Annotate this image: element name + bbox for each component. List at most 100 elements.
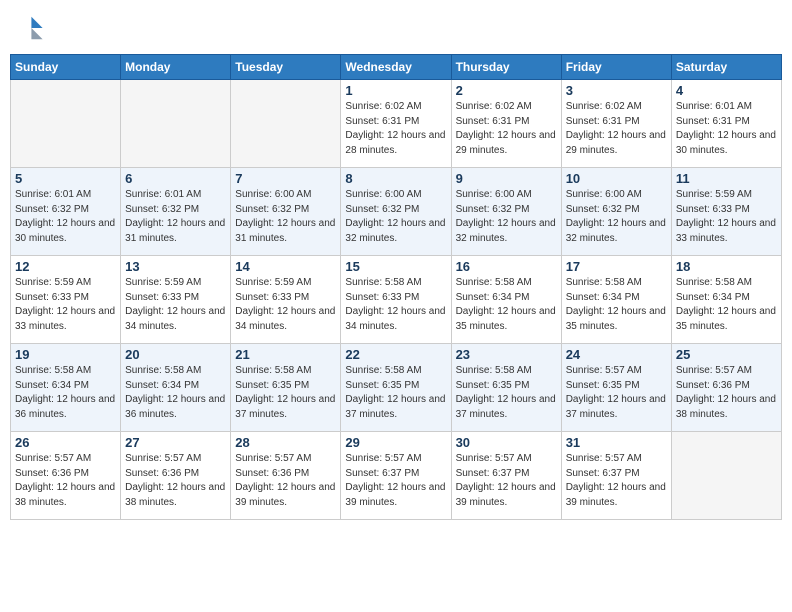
calendar-week-row: 12 Sunrise: 5:59 AM Sunset: 6:33 PM Dayli…	[11, 256, 782, 344]
calendar-cell: 2 Sunrise: 6:02 AM Sunset: 6:31 PM Daylig…	[451, 80, 561, 168]
day-detail: Sunrise: 6:02 AM Sunset: 6:31 PM Dayligh…	[456, 100, 557, 158]
day-number: 18	[676, 259, 777, 274]
calendar-cell: 6 Sunrise: 6:01 AM Sunset: 6:32 PM Daylig…	[121, 168, 231, 256]
calendar-cell: 8 Sunrise: 6:00 AM Sunset: 6:32 PM Daylig…	[341, 168, 451, 256]
calendar-cell: 10Sunrise: 6:00 AM Sunset: 6:32 PM Dayli…	[561, 168, 671, 256]
column-header-monday: Monday	[121, 55, 231, 80]
page-header	[10, 10, 782, 46]
day-number: 20	[125, 347, 226, 362]
day-number: 13	[125, 259, 226, 274]
day-number: 30	[456, 435, 557, 450]
day-number: 22	[345, 347, 446, 362]
day-detail: Sunrise: 6:00 AM Sunset: 6:32 PM Dayligh…	[566, 188, 667, 246]
day-detail: Sunrise: 5:58 AM Sunset: 6:35 PM Dayligh…	[235, 364, 336, 422]
day-detail: Sunrise: 6:02 AM Sunset: 6:31 PM Dayligh…	[345, 100, 446, 158]
calendar-cell: 20 Sunrise: 5:58 AM Sunset: 6:34 PM Dayli…	[121, 344, 231, 432]
day-detail: Sunrise: 5:59 AM Sunset: 6:33 PM Dayligh…	[676, 188, 777, 246]
calendar-cell	[11, 80, 121, 168]
calendar-cell: 14 Sunrise: 5:59 AM Sunset: 6:33 PM Dayli…	[231, 256, 341, 344]
calendar-cell: 24 Sunrise: 5:57 AM Sunset: 6:35 PM Dayli…	[561, 344, 671, 432]
day-detail: Sunrise: 6:00 AM Sunset: 6:32 PM Dayligh…	[235, 188, 336, 246]
day-number: 2	[456, 83, 557, 98]
logo	[16, 14, 46, 42]
column-header-tuesday: Tuesday	[231, 55, 341, 80]
day-number: 8	[345, 171, 446, 186]
calendar-week-row: 1 Sunrise: 6:02 AM Sunset: 6:31 PM Daylig…	[11, 80, 782, 168]
day-detail: Sunrise: 6:00 AM Sunset: 6:32 PM Dayligh…	[345, 188, 446, 246]
calendar-cell: 12 Sunrise: 5:59 AM Sunset: 6:33 PM Dayli…	[11, 256, 121, 344]
calendar-cell: 25 Sunrise: 5:57 AM Sunset: 6:36 PM Dayli…	[671, 344, 781, 432]
calendar-cell: 29 Sunrise: 5:57 AM Sunset: 6:37 PM Dayli…	[341, 432, 451, 520]
day-detail: Sunrise: 5:58 AM Sunset: 6:34 PM Dayligh…	[566, 276, 667, 334]
day-detail: Sunrise: 5:58 AM Sunset: 6:34 PM Dayligh…	[456, 276, 557, 334]
day-number: 5	[15, 171, 116, 186]
calendar-cell: 22 Sunrise: 5:58 AM Sunset: 6:35 PM Dayli…	[341, 344, 451, 432]
day-detail: Sunrise: 6:01 AM Sunset: 6:32 PM Dayligh…	[15, 188, 116, 246]
day-detail: Sunrise: 5:59 AM Sunset: 6:33 PM Dayligh…	[15, 276, 116, 334]
day-detail: Sunrise: 5:57 AM Sunset: 6:37 PM Dayligh…	[345, 452, 446, 510]
column-header-saturday: Saturday	[671, 55, 781, 80]
calendar-cell: 19Sunrise: 5:58 AM Sunset: 6:34 PM Dayli…	[11, 344, 121, 432]
day-number: 15	[345, 259, 446, 274]
day-number: 7	[235, 171, 336, 186]
day-number: 26	[15, 435, 116, 450]
day-number: 6	[125, 171, 226, 186]
day-number: 24	[566, 347, 667, 362]
calendar-cell: 5 Sunrise: 6:01 AM Sunset: 6:32 PM Daylig…	[11, 168, 121, 256]
calendar-week-row: 26 Sunrise: 5:57 AM Sunset: 6:36 PM Dayli…	[11, 432, 782, 520]
day-detail: Sunrise: 5:58 AM Sunset: 6:34 PM Dayligh…	[125, 364, 226, 422]
calendar-cell: 27 Sunrise: 5:57 AM Sunset: 6:36 PM Dayli…	[121, 432, 231, 520]
calendar-cell: 1 Sunrise: 6:02 AM Sunset: 6:31 PM Daylig…	[341, 80, 451, 168]
day-detail: Sunrise: 5:58 AM Sunset: 6:35 PM Dayligh…	[345, 364, 446, 422]
day-number: 1	[345, 83, 446, 98]
calendar-cell	[671, 432, 781, 520]
calendar-cell: 11 Sunrise: 5:59 AM Sunset: 6:33 PM Dayli…	[671, 168, 781, 256]
day-number: 29	[345, 435, 446, 450]
calendar-cell	[231, 80, 341, 168]
day-number: 31	[566, 435, 667, 450]
calendar-week-row: 5 Sunrise: 6:01 AM Sunset: 6:32 PM Daylig…	[11, 168, 782, 256]
column-header-friday: Friday	[561, 55, 671, 80]
day-detail: Sunrise: 5:57 AM Sunset: 6:36 PM Dayligh…	[15, 452, 116, 510]
day-number: 9	[456, 171, 557, 186]
day-detail: Sunrise: 6:01 AM Sunset: 6:32 PM Dayligh…	[125, 188, 226, 246]
day-detail: Sunrise: 5:57 AM Sunset: 6:35 PM Dayligh…	[566, 364, 667, 422]
day-number: 14	[235, 259, 336, 274]
column-header-wednesday: Wednesday	[341, 55, 451, 80]
calendar-table: SundayMondayTuesdayWednesdayThursdayFrid…	[10, 54, 782, 520]
calendar-cell: 21 Sunrise: 5:58 AM Sunset: 6:35 PM Dayli…	[231, 344, 341, 432]
day-detail: Sunrise: 6:02 AM Sunset: 6:31 PM Dayligh…	[566, 100, 667, 158]
day-detail: Sunrise: 6:01 AM Sunset: 6:31 PM Dayligh…	[676, 100, 777, 158]
calendar-header-row: SundayMondayTuesdayWednesdayThursdayFrid…	[11, 55, 782, 80]
calendar-cell: 16 Sunrise: 5:58 AM Sunset: 6:34 PM Dayli…	[451, 256, 561, 344]
day-detail: Sunrise: 5:59 AM Sunset: 6:33 PM Dayligh…	[235, 276, 336, 334]
day-number: 27	[125, 435, 226, 450]
calendar-cell: 30 Sunrise: 5:57 AM Sunset: 6:37 PM Dayli…	[451, 432, 561, 520]
day-number: 16	[456, 259, 557, 274]
day-number: 19	[15, 347, 116, 362]
day-number: 3	[566, 83, 667, 98]
calendar-cell: 3 Sunrise: 6:02 AM Sunset: 6:31 PM Daylig…	[561, 80, 671, 168]
day-detail: Sunrise: 5:59 AM Sunset: 6:33 PM Dayligh…	[125, 276, 226, 334]
day-detail: Sunrise: 5:57 AM Sunset: 6:36 PM Dayligh…	[125, 452, 226, 510]
day-number: 21	[235, 347, 336, 362]
calendar-cell: 7 Sunrise: 6:00 AM Sunset: 6:32 PM Daylig…	[231, 168, 341, 256]
calendar-cell: 23 Sunrise: 5:58 AM Sunset: 6:35 PM Dayli…	[451, 344, 561, 432]
day-detail: Sunrise: 5:57 AM Sunset: 6:37 PM Dayligh…	[566, 452, 667, 510]
day-number: 23	[456, 347, 557, 362]
calendar-cell: 4Sunrise: 6:01 AM Sunset: 6:31 PM Daylig…	[671, 80, 781, 168]
calendar-cell: 28 Sunrise: 5:57 AM Sunset: 6:36 PM Dayli…	[231, 432, 341, 520]
day-number: 12	[15, 259, 116, 274]
calendar-week-row: 19 Sunrise: 5:58 AM Sunset: 6:34 PM Dayli…	[11, 344, 782, 432]
day-number: 11	[676, 171, 777, 186]
day-detail: Sunrise: 5:57 AM Sunset: 6:36 PM Dayligh…	[235, 452, 336, 510]
calendar-cell: 31 Sunrise: 5:57 AM Sunset: 6:37 PM Dayli…	[561, 432, 671, 520]
day-number: 25	[676, 347, 777, 362]
day-detail: Sunrise: 5:58 AM Sunset: 6:35 PM Dayligh…	[456, 364, 557, 422]
day-detail: Sunrise: 5:57 AM Sunset: 6:37 PM Dayligh…	[456, 452, 557, 510]
calendar-cell: 18Sunrise: 5:58 AM Sunset: 6:34 PM Dayli…	[671, 256, 781, 344]
day-detail: Sunrise: 5:57 AM Sunset: 6:36 PM Dayligh…	[676, 364, 777, 422]
day-number: 28	[235, 435, 336, 450]
calendar-cell	[121, 80, 231, 168]
column-header-thursday: Thursday	[451, 55, 561, 80]
